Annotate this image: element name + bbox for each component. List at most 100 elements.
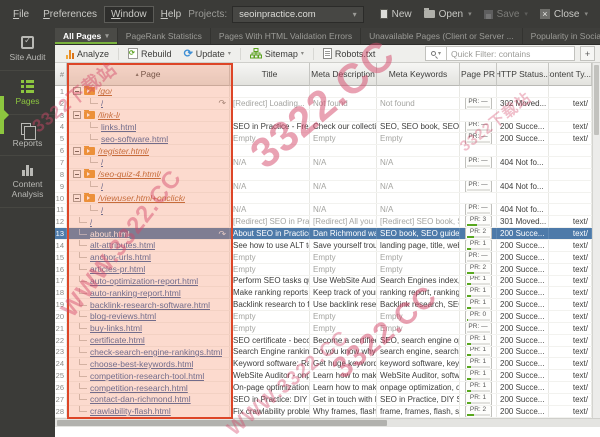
- column-header-meta-description[interactable]: Meta Description: [310, 63, 377, 86]
- table-row[interactable]: 1/go/: [55, 86, 592, 98]
- analyze-button[interactable]: Analyze: [60, 48, 115, 60]
- page-cell[interactable]: links.html: [67, 122, 230, 133]
- page-link[interactable]: /seo-quiz-4.html/: [98, 169, 161, 179]
- page-link[interactable]: articles-pr.html: [90, 264, 145, 274]
- table-row[interactable]: 23check-search-engine-rankings.htmlSearc…: [55, 347, 592, 359]
- table-row[interactable]: 20blog-reviews.htmlEmptyEmptyEmptyPR: 02…: [55, 311, 592, 323]
- table-row[interactable]: 27contact-dan-richmond.htmlSEO in Practi…: [55, 394, 592, 406]
- menu-file[interactable]: File: [6, 6, 36, 23]
- page-cell[interactable]: backlink-research-software.html: [67, 299, 230, 310]
- page-link[interactable]: anchor-urls.html: [90, 252, 151, 262]
- page-cell[interactable]: /viewuser.html+onclick/: [67, 193, 230, 204]
- menu-preferences[interactable]: Preferences: [36, 6, 104, 23]
- page-link[interactable]: competition-research.html: [90, 383, 188, 393]
- table-row[interactable]: 28crawlability-flash.htmlFix crawlabilit…: [55, 406, 592, 418]
- page-cell[interactable]: competition-research-tool.html: [67, 370, 230, 381]
- new-button[interactable]: New: [374, 9, 418, 20]
- page-cell[interactable]: /: [67, 204, 230, 215]
- table-row[interactable]: 3/link-l/: [55, 110, 592, 122]
- page-link[interactable]: certificate.html: [90, 335, 145, 345]
- page-link[interactable]: contact-dan-richmond.html: [90, 394, 191, 404]
- collapse-expander[interactable]: [73, 170, 81, 178]
- table-row[interactable]: 21buy-links.htmlEmptyEmptyEmptyPR: —200 …: [55, 323, 592, 335]
- page-cell[interactable]: /↷: [67, 98, 230, 109]
- page-link[interactable]: /: [90, 217, 92, 227]
- page-cell[interactable]: /: [67, 181, 230, 192]
- page-link[interactable]: crawlability-flash.html: [90, 406, 171, 416]
- vertical-scrollbar[interactable]: [592, 63, 600, 418]
- filter-scope-button[interactable]: ▾: [425, 46, 447, 61]
- save-button[interactable]: Save ▾: [478, 9, 534, 20]
- table-row[interactable]: 4links.htmlSEO in Practice - Free S...Ch…: [55, 122, 592, 134]
- page-link[interactable]: /: [101, 181, 103, 191]
- page-link[interactable]: blog-reviews.html: [90, 311, 156, 321]
- page-link[interactable]: check-search-engine-rankings.html: [90, 347, 222, 357]
- column-header-page-pr[interactable]: Page PR: [460, 63, 497, 86]
- page-cell[interactable]: anchor-urls.html: [67, 252, 230, 263]
- page-cell[interactable]: /go/: [67, 86, 230, 97]
- page-link[interactable]: auto-ranking-report.html: [90, 288, 181, 298]
- table-row[interactable]: 7/N/AN/AN/APR: —404 Not fo...: [55, 157, 592, 169]
- column-header-title[interactable]: Title: [230, 63, 310, 86]
- page-cell[interactable]: articles-pr.html: [67, 264, 230, 275]
- tab-unavailable-pages-client-or-server[interactable]: Unavailable Pages (Client or Server ...: [361, 28, 523, 44]
- collapse-expander[interactable]: [73, 147, 81, 155]
- horizontal-scrollbar[interactable]: [55, 418, 600, 427]
- page-link[interactable]: auto-optimization-report.html: [90, 276, 198, 286]
- page-link[interactable]: about.html: [90, 229, 130, 239]
- table-row[interactable]: 9/N/AN/AN/APR: —404 Not fo...: [55, 181, 592, 193]
- page-cell[interactable]: alt-attributes.html: [67, 240, 230, 251]
- page-link[interactable]: alt-attributes.html: [90, 240, 155, 250]
- page-link[interactable]: /: [101, 205, 103, 215]
- page-cell[interactable]: buy-links.html: [67, 323, 230, 334]
- close-button[interactable]: Close ▾: [534, 9, 594, 20]
- sidebar-item-content-analysis[interactable]: Content Analysis: [0, 156, 55, 208]
- page-cell[interactable]: blog-reviews.html: [67, 311, 230, 322]
- table-row[interactable]: 2/↷[Redirect] Loading...Not foundNot fou…: [55, 98, 592, 110]
- page-link[interactable]: choose-best-keywords.html: [90, 359, 193, 369]
- table-row[interactable]: 24choose-best-keywords.htmlKeyword softw…: [55, 358, 592, 370]
- table-row[interactable]: 11/N/AN/AN/APR: —404 Not fo...: [55, 204, 592, 216]
- page-cell[interactable]: choose-best-keywords.html: [67, 358, 230, 369]
- page-link[interactable]: /go/: [98, 86, 112, 96]
- page-link[interactable]: /viewuser.html+onclick/: [98, 193, 185, 203]
- column-header-number[interactable]: #: [55, 63, 67, 86]
- collapse-expander[interactable]: [73, 111, 81, 119]
- page-cell[interactable]: seo-software.html: [67, 133, 230, 144]
- page-link[interactable]: /: [101, 98, 103, 108]
- sidebar-item-site-audit[interactable]: Site Audit: [0, 28, 55, 71]
- open-button[interactable]: Open ▾: [418, 9, 478, 20]
- column-header-meta-keywords[interactable]: Meta Keywords: [377, 63, 460, 86]
- page-link[interactable]: buy-links.html: [90, 323, 142, 333]
- quick-filter-input[interactable]: [447, 46, 575, 61]
- page-cell[interactable]: /: [67, 157, 230, 168]
- menu-window[interactable]: Window: [104, 6, 154, 23]
- sidebar-item-reports[interactable]: Reports: [0, 115, 55, 157]
- page-cell[interactable]: about.html↷: [67, 228, 230, 239]
- page-cell[interactable]: /seo-quiz-4.html/: [67, 169, 230, 180]
- vertical-scrollbar-thumb[interactable]: [594, 65, 599, 135]
- tab-all-pages[interactable]: All Pages▾: [55, 28, 118, 44]
- page-cell[interactable]: /register.html/: [67, 145, 230, 156]
- robots-txt-button[interactable]: Robots.txt: [317, 47, 382, 60]
- tab-popularity-in-social-media[interactable]: Popularity in Social Media: [523, 28, 600, 44]
- table-row[interactable]: 22certificate.htmlSEO certificate - beco…: [55, 335, 592, 347]
- table-row[interactable]: 25competition-research-tool.htmlWebSite …: [55, 370, 592, 382]
- collapse-expander[interactable]: [73, 194, 81, 202]
- page-cell[interactable]: auto-optimization-report.html: [67, 276, 230, 287]
- page-cell[interactable]: contact-dan-richmond.html: [67, 394, 230, 405]
- page-cell[interactable]: certificate.html: [67, 335, 230, 346]
- page-link[interactable]: links.html: [101, 122, 136, 132]
- page-link[interactable]: /register.html/: [98, 146, 149, 156]
- table-row[interactable]: 5seo-software.htmlEmptyEmptyEmptyPR: —20…: [55, 133, 592, 145]
- table-row[interactable]: 15anchor-urls.htmlEmptyEmptyEmptyPR: —20…: [55, 252, 592, 264]
- table-row[interactable]: 26competition-research.htmlOn-page optim…: [55, 382, 592, 394]
- page-cell[interactable]: /link-l/: [67, 110, 230, 121]
- page-cell[interactable]: crawlability-flash.html: [67, 406, 230, 417]
- menu-help[interactable]: Help: [154, 6, 189, 23]
- collapse-expander[interactable]: [73, 87, 81, 95]
- page-link[interactable]: seo-software.html: [101, 134, 168, 144]
- add-filter-button[interactable]: +: [580, 46, 595, 61]
- table-row[interactable]: 14alt-attributes.htmlSee how to use ALT …: [55, 240, 592, 252]
- table-row[interactable]: 19backlink-research-software.htmlBacklin…: [55, 299, 592, 311]
